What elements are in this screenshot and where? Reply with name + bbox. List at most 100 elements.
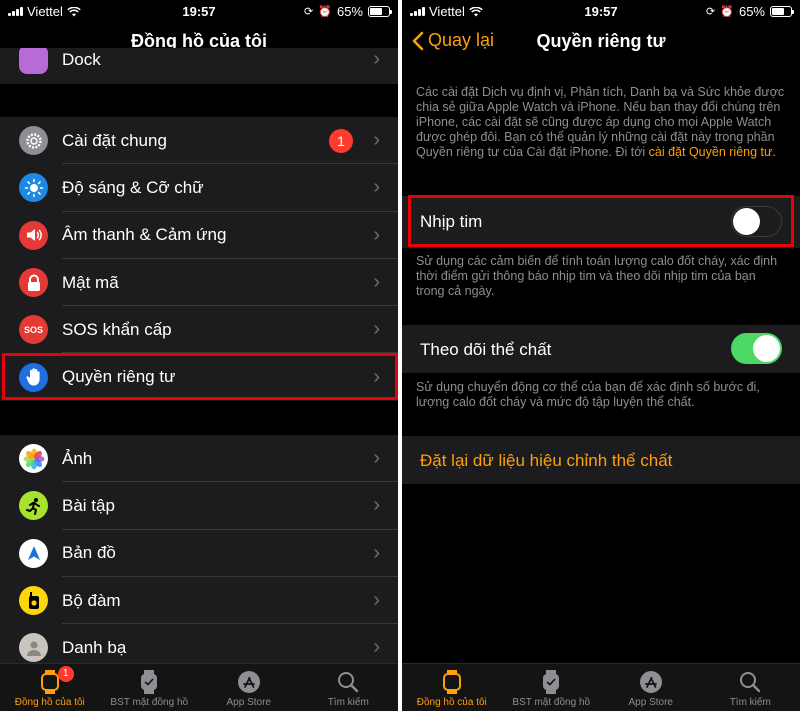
settings-item-passcode[interactable]: Mật mã ›: [0, 259, 398, 307]
apps-group: Ảnh › Bài tập › Bản đồ › Bộ đàm › Danh b…: [0, 435, 398, 672]
settings-item-label: Mật mã: [62, 272, 119, 292]
reset-calibration-button[interactable]: Đặt lại dữ liệu hiệu chỉnh thể chất: [420, 451, 672, 471]
tab-my-watch[interactable]: Đồng hồ của tôi: [402, 664, 502, 711]
dock-label: Dock: [62, 49, 101, 69]
tab-search[interactable]: Tìm kiếm: [299, 664, 399, 711]
app-item-label: Bài tập: [62, 495, 115, 515]
photos-icon: [19, 444, 48, 474]
tab-face-gallery[interactable]: BST mặt đồng hồ: [502, 664, 602, 711]
chevron-right-icon: ›: [373, 494, 380, 517]
status-bar: Viettel 19:57 ⟳ ⏰ 65%: [402, 0, 800, 22]
tab-label: Đồng hồ của tôi: [416, 697, 487, 708]
app-item-label: Danh bạ: [62, 637, 127, 657]
app-store-icon: [639, 670, 663, 694]
tab-label: Tìm kiếm: [327, 697, 369, 708]
speaker-icon: [19, 220, 48, 250]
sos-icon: SOS: [19, 315, 48, 345]
sun-icon: [19, 173, 48, 203]
gear-icon: [19, 126, 48, 156]
my-watch-screen: Viettel 19:57 ⟳ ⏰ 65% Đồng hồ của tôi Do…: [0, 0, 398, 711]
tab-label: App Store: [226, 697, 271, 708]
settings-item-label: Quyền riêng tư: [62, 367, 176, 387]
tab-label: Đồng hồ của tôi: [14, 697, 85, 708]
app-item-label: Bản đồ: [62, 543, 116, 563]
battery-percent: 65%: [738, 4, 765, 19]
fitness-tracking-toggle[interactable]: [731, 333, 782, 364]
contacts-icon: [19, 633, 48, 663]
watch-face-icon: [137, 670, 161, 694]
compass-arrow-icon: [19, 538, 48, 568]
chevron-right-icon: ›: [373, 176, 380, 199]
tab-label: Tìm kiếm: [729, 697, 771, 708]
settings-item-label: Cài đặt chung: [62, 130, 167, 150]
settings-item-general[interactable]: Cài đặt chung 1 ›: [0, 117, 398, 165]
chevron-right-icon: ›: [373, 365, 380, 388]
tab-my-watch[interactable]: 1 Đồng hồ của tôi: [0, 664, 100, 711]
alarm-icon: ⏰: [720, 6, 734, 18]
app-item-walkie-talkie[interactable]: Bộ đàm ›: [0, 577, 398, 625]
tab-face-gallery[interactable]: BST mặt đồng hồ: [100, 664, 200, 711]
tab-app-store[interactable]: App Store: [199, 664, 299, 711]
app-item-photos[interactable]: Ảnh ›: [0, 435, 398, 483]
chevron-right-icon: ›: [373, 636, 380, 659]
walkie-talkie-icon: [19, 586, 48, 616]
battery-icon: [368, 6, 392, 17]
watch-icon: [440, 670, 464, 694]
privacy-settings-link[interactable]: cài đặt Quyền riêng tư.: [649, 145, 776, 159]
settings-group: Cài đặt chung 1 › Độ sáng & Cỡ chữ › Âm …: [0, 117, 398, 401]
dock-icon: [19, 48, 48, 75]
running-figure-icon: [19, 491, 48, 521]
heart-rate-description: Sử dụng các cảm biến để tính toán lượng …: [416, 254, 778, 298]
notification-badge: 1: [329, 128, 353, 153]
tab-label: BST mặt đồng hồ: [512, 697, 591, 708]
privacy-screen: Viettel 19:57 ⟳ ⏰ 65% Quay lại Quyền riê…: [402, 0, 800, 711]
app-store-icon: [237, 670, 261, 694]
tab-bar: Đồng hồ của tôi BST mặt đồng hồ App Stor…: [402, 663, 800, 711]
settings-item-label: Độ sáng & Cỡ chữ: [62, 177, 204, 197]
watch-face-icon: [539, 670, 563, 694]
chevron-right-icon: ›: [373, 48, 380, 71]
fitness-tracking-description: Sử dụng chuyển động cơ thể của bạn để xá…: [416, 380, 760, 409]
chevron-right-icon: ›: [373, 129, 380, 152]
reset-calibration-row[interactable]: Đặt lại dữ liệu hiệu chỉnh thể chất: [402, 436, 800, 484]
battery-icon: [770, 6, 794, 17]
tab-label: App Store: [628, 697, 673, 708]
partial-row[interactable]: Dock ›: [0, 48, 398, 84]
settings-item-brightness[interactable]: Độ sáng & Cỡ chữ ›: [0, 164, 398, 212]
hand-icon: [19, 362, 48, 392]
chevron-right-icon: ›: [373, 541, 380, 564]
chevron-right-icon: ›: [373, 589, 380, 612]
app-item-label: Bộ đàm: [62, 590, 121, 610]
alarm-icon: ⏰: [318, 6, 332, 18]
lock-rotation-icon: ⟳: [706, 6, 716, 18]
lock-icon: [19, 268, 48, 298]
nav-bar: Quay lại Quyền riêng tư: [402, 22, 800, 60]
tab-label: BST mặt đồng hồ: [110, 697, 189, 708]
fitness-tracking-row: Theo dõi thể chất: [402, 325, 800, 373]
tab-app-store[interactable]: App Store: [601, 664, 701, 711]
heart-rate-label: Nhịp tim: [420, 212, 483, 231]
heart-rate-toggle[interactable]: [731, 206, 782, 237]
settings-item-label: SOS khẩn cấp: [62, 319, 172, 339]
tab-badge: 1: [57, 666, 74, 682]
battery-percent: 65%: [336, 4, 363, 19]
settings-item-label: Âm thanh & Cảm ứng: [62, 225, 227, 245]
app-item-maps[interactable]: Bản đồ ›: [0, 530, 398, 577]
chevron-right-icon: ›: [373, 223, 380, 246]
heart-rate-row: Nhịp tim: [402, 196, 800, 248]
settings-item-sounds[interactable]: Âm thanh & Cảm ứng ›: [0, 212, 398, 259]
settings-item-privacy[interactable]: Quyền riêng tư ›: [0, 353, 398, 400]
lock-rotation-icon: ⟳: [304, 6, 314, 18]
app-item-workout[interactable]: Bài tập ›: [0, 482, 398, 530]
search-icon: [336, 670, 360, 694]
settings-item-sos[interactable]: SOS SOS khẩn cấp ›: [0, 306, 398, 354]
privacy-intro-text: Các cài đặt Dịch vụ định vị, Phân tích, …: [416, 85, 786, 160]
fitness-tracking-label: Theo dõi thể chất: [420, 340, 552, 359]
status-bar: Viettel 19:57 ⟳ ⏰ 65%: [0, 0, 398, 22]
chevron-right-icon: ›: [373, 447, 380, 470]
tab-search[interactable]: Tìm kiếm: [701, 664, 800, 711]
chevron-right-icon: ›: [373, 318, 380, 341]
page-title: Quyền riêng tư: [536, 31, 666, 51]
search-icon: [738, 670, 762, 694]
chevron-right-icon: ›: [373, 271, 380, 294]
